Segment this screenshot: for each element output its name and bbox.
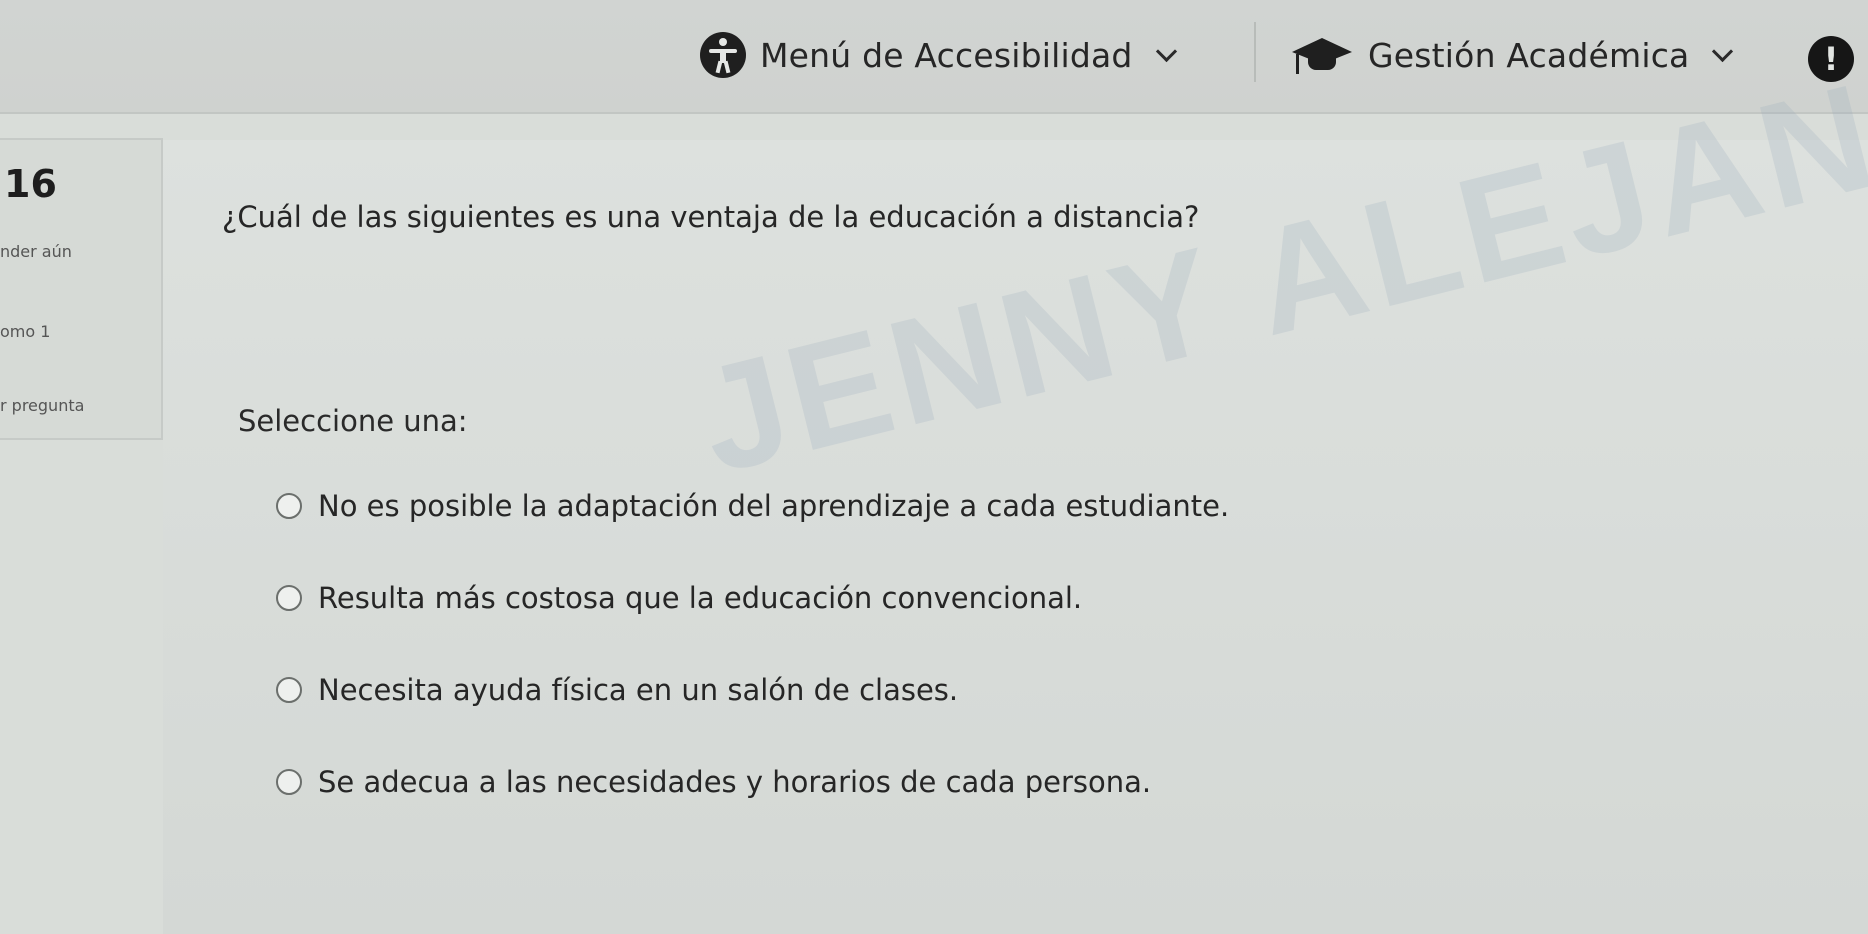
flag-question-link[interactable]: r pregunta	[0, 396, 84, 415]
graduation-cap-icon	[1288, 32, 1354, 78]
select-prompt: Seleccione una:	[238, 404, 468, 438]
radio-button[interactable]	[276, 585, 302, 611]
question-score: omo 1	[0, 322, 51, 341]
radio-button[interactable]	[276, 769, 302, 795]
accessibility-icon	[700, 32, 746, 78]
answer-option-label: Resulta más costosa que la educación con…	[318, 581, 1083, 615]
academic-management-label: Gestión Académica	[1368, 35, 1690, 75]
accessibility-menu-label: Menú de Accesibilidad	[760, 35, 1133, 75]
answer-option-label: Se adecua a las necesidades y horarios d…	[318, 765, 1152, 799]
answer-option[interactable]: Necesita ayuda física en un salón de cla…	[276, 670, 958, 710]
chevron-down-icon	[1712, 40, 1734, 62]
chevron-down-icon	[1155, 40, 1177, 62]
top-navigation-bar: Menú de Accesibilidad Gestión Académica …	[0, 0, 1868, 114]
answer-option[interactable]: Se adecua a las necesidades y horarios d…	[276, 762, 1151, 802]
radio-button[interactable]	[276, 677, 302, 703]
academic-management-menu[interactable]: Gestión Académica	[1288, 18, 1734, 92]
answer-option-label: Necesita ayuda física en un salón de cla…	[318, 673, 959, 707]
question-status: nder aún	[0, 242, 72, 261]
nav-divider	[1254, 22, 1256, 82]
question-number: 16	[4, 162, 57, 206]
accessibility-menu[interactable]: Menú de Accesibilidad	[700, 18, 1177, 92]
radio-button[interactable]	[276, 493, 302, 519]
answer-option[interactable]: Resulta más costosa que la educación con…	[276, 578, 1082, 618]
question-content: JENNY ALEJANDRA SA	[163, 0, 1868, 934]
alert-icon[interactable]: !	[1808, 36, 1854, 82]
answer-option[interactable]: No es posible la adaptación del aprendiz…	[276, 486, 1229, 526]
question-info-panel: 16 nder aún omo 1 r pregunta	[0, 138, 163, 440]
question-text: ¿Cuál de las siguientes es una ventaja d…	[222, 200, 1200, 234]
answer-option-label: No es posible la adaptación del aprendiz…	[318, 489, 1230, 523]
